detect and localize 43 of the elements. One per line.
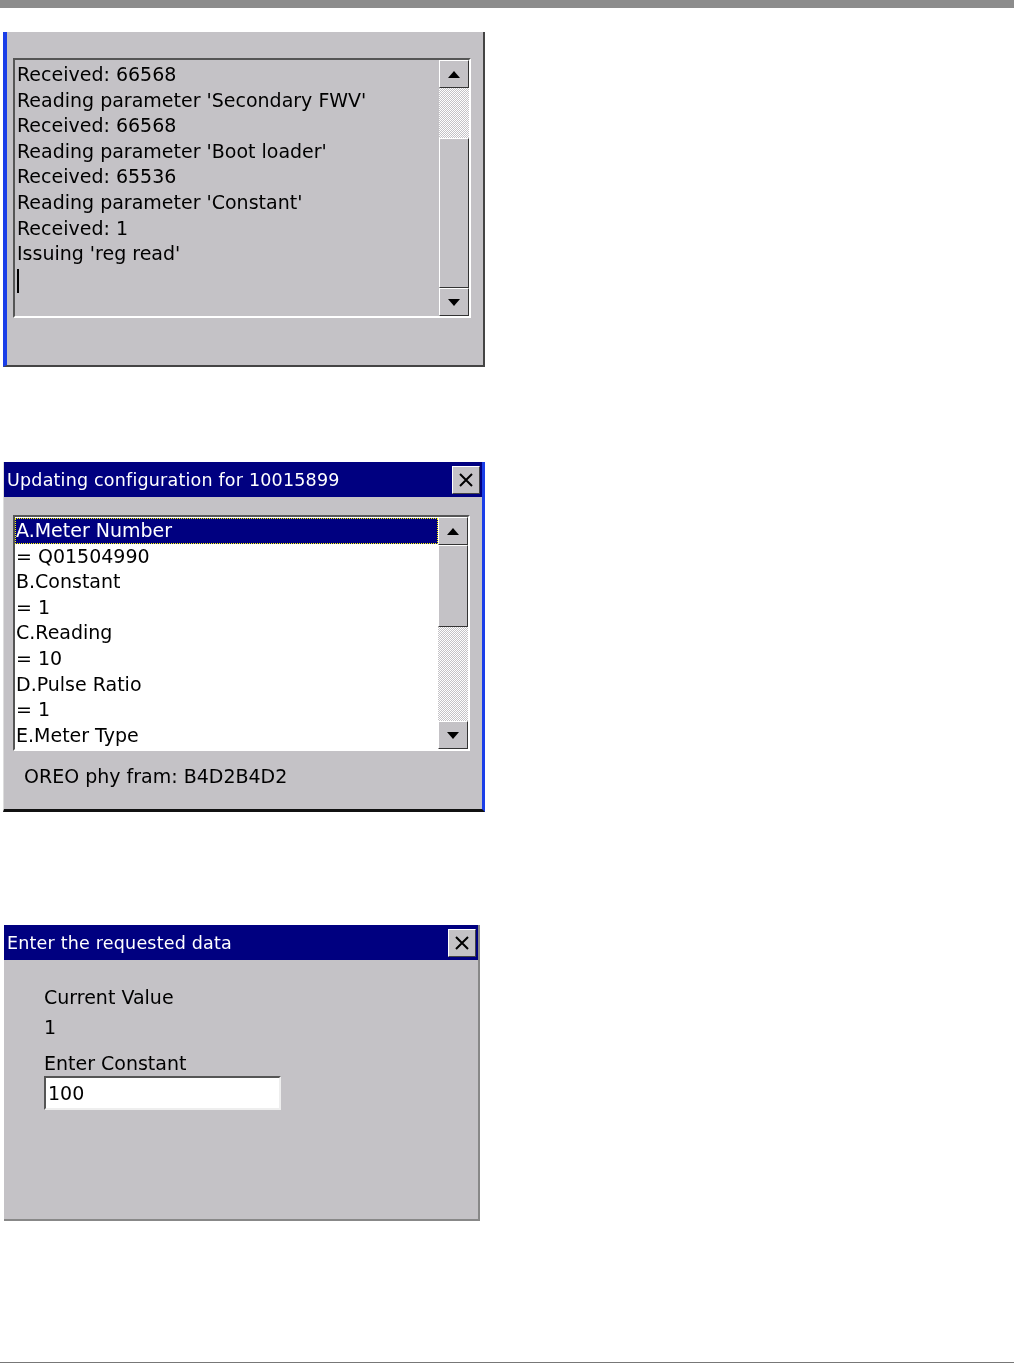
current-value: 1 (44, 1016, 58, 1038)
close-button[interactable] (448, 928, 476, 957)
list-item[interactable]: = 10 (15, 645, 438, 672)
input-field[interactable]: 100 (44, 1076, 281, 1110)
list-item[interactable]: B.Constant (15, 569, 438, 595)
close-icon (455, 935, 469, 950)
scroll-thumb[interactable] (439, 138, 469, 288)
list-item[interactable]: C.Reading (15, 620, 438, 646)
up-arrow-icon (448, 70, 460, 78)
log-textbox[interactable]: Received: 66568 Reading parameter 'Secondary FWV' Received: 66568 Reading parameter 'Boot loader' Received: 65536 Reading parameter 'Constant' Received: 1 Issuing 'reg read' (13, 58, 471, 318)
log-line: Reading parameter 'Constant' (17, 189, 304, 215)
down-arrow-icon (448, 298, 460, 306)
scroll-up-button[interactable] (438, 517, 468, 545)
scroll-down-button[interactable] (439, 288, 469, 316)
list-item[interactable]: = Q01504990 (15, 543, 438, 570)
scroll-up-button[interactable] (439, 60, 469, 88)
log-line: Reading parameter 'Secondary FWV' (17, 87, 368, 113)
window-title: Enter the requested data (7, 932, 232, 953)
list-item[interactable]: = 1 (15, 594, 438, 621)
log-line: Received: 66568 (17, 113, 178, 139)
log-line: Reading parameter 'Boot loader' (17, 138, 328, 164)
log-line: Received: 1 (17, 215, 129, 241)
close-icon (459, 472, 473, 487)
close-button[interactable] (452, 465, 480, 494)
log-line: Received: 65536 (17, 164, 178, 190)
log-line: Issuing 'reg read' (17, 241, 182, 267)
field-label: Enter Constant (44, 1052, 188, 1074)
scroll-thumb[interactable] (438, 545, 468, 627)
scroll-down-button[interactable] (438, 721, 468, 749)
window-title: Updating configuration for 10015899 (7, 469, 340, 490)
up-arrow-icon (447, 527, 459, 535)
config-listbox[interactable]: A.Meter Number = Q01504990 B.Constant = 1 C.Reading = 10 D.Pulse Ratio = 1 E.Meter Type (13, 515, 470, 751)
list-item[interactable]: E.Meter Type (15, 722, 438, 749)
current-value-label: Current Value (44, 986, 175, 1008)
text-cursor (17, 268, 19, 293)
status-text: OREO phy fram: B4D2B4D2 (24, 765, 289, 787)
list-item[interactable]: A.Meter Number (15, 518, 438, 544)
scrollbar[interactable] (439, 60, 469, 316)
log-line: Received: 66568 (17, 62, 178, 87)
down-arrow-icon (447, 731, 459, 739)
list-item[interactable]: = 1 (15, 697, 438, 723)
scrollbar[interactable] (438, 517, 468, 749)
list-item[interactable]: D.Pulse Ratio (15, 671, 438, 698)
